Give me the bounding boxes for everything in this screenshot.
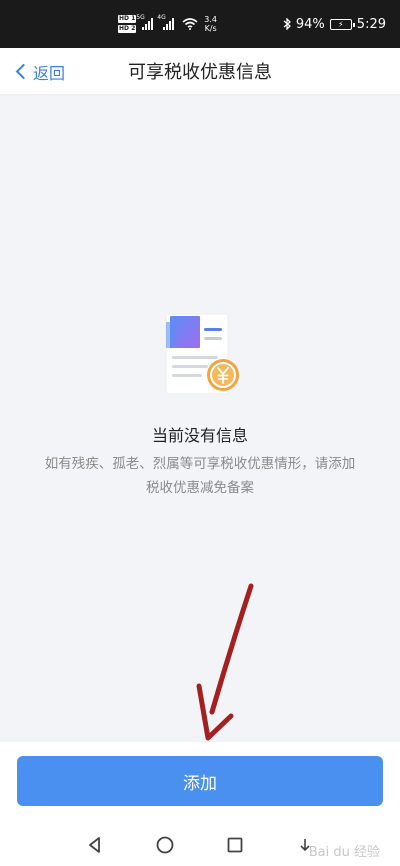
network-speed: 3.4 K/s <box>204 15 217 33</box>
recents-square-icon[interactable] <box>225 835 245 855</box>
wifi-icon <box>182 18 198 30</box>
speed-value: 3.4 <box>204 15 217 24</box>
empty-state-description: 如有残疾、孤老、烈属等可享税收优惠情形，请添加税收优惠减免备案 <box>44 456 356 496</box>
signal-icon-2: 4G <box>157 14 175 30</box>
clock: 5:29 <box>356 16 386 32</box>
back-triangle-icon[interactable] <box>85 835 105 855</box>
status-bar: HD 1 HD 2 5G 4G 3.4 K/s 94% ⚡ 5:29 <box>0 0 400 48</box>
bluetooth-icon <box>283 18 291 30</box>
empty-state-title: 当前没有信息 <box>151 426 248 445</box>
add-button[interactable]: 添加 <box>17 756 383 806</box>
home-circle-icon[interactable] <box>155 835 175 855</box>
watermark-logo: Bai du 经验 <box>308 845 380 860</box>
speed-unit: K/s <box>204 24 217 33</box>
back-button[interactable]: 返回 <box>14 48 65 95</box>
battery-percent: 94% <box>295 16 325 32</box>
nav-bar: 返回 可享税收优惠信息 <box>0 48 400 95</box>
chevron-left-icon <box>15 63 32 80</box>
hd-icon: HD 1 HD 2 <box>118 15 137 33</box>
document-yuan-icon <box>165 313 239 395</box>
battery-icon: ⚡ <box>329 18 355 30</box>
page-title: 可享税收优惠信息 <box>128 62 272 83</box>
back-label: 返回 <box>33 63 66 83</box>
signal-icon: 5G <box>136 14 154 30</box>
